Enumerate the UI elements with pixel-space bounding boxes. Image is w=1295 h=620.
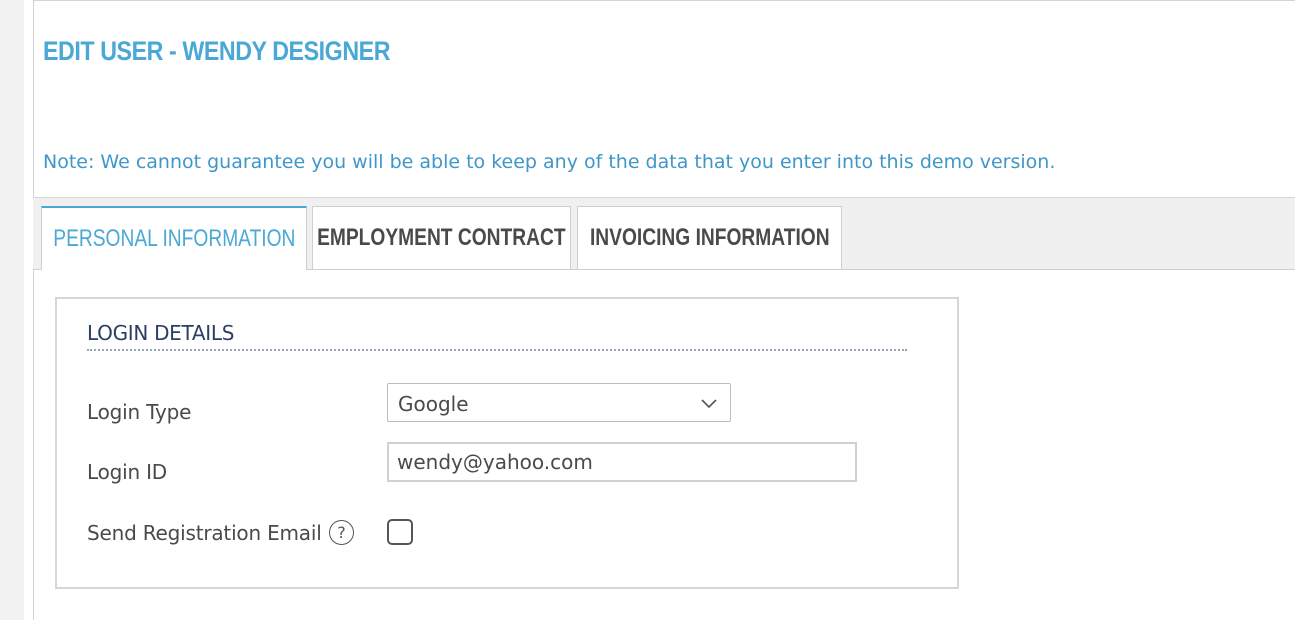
page-title: EDIT USER - WENDY DESIGNER [43, 36, 391, 66]
tab-label: PERSONAL INFORMATION [52, 225, 296, 252]
section-divider [87, 349, 907, 351]
login-type-label: Login Type [87, 400, 192, 424]
content-left-border [33, 0, 34, 620]
tab-invoicing-information[interactable]: INVOICING INFORMATION [577, 206, 842, 269]
demo-note: Note: We cannot guarantee you will be ab… [43, 151, 1056, 173]
section-title-login-details: LOGIN DETAILS [87, 321, 235, 345]
tab-label: EMPLOYMENT CONTRACT [317, 224, 566, 251]
content-top-border [33, 0, 1295, 1]
send-registration-email-checkbox[interactable] [387, 519, 413, 545]
login-id-input[interactable] [387, 442, 857, 482]
login-id-label: Login ID [87, 460, 168, 484]
tab-label: INVOICING INFORMATION [589, 224, 830, 251]
login-type-selected-value: Google [398, 392, 469, 416]
tab-personal-information[interactable]: PERSONAL INFORMATION [41, 206, 307, 270]
tab-employment-contract[interactable]: EMPLOYMENT CONTRACT [312, 206, 571, 269]
login-type-select[interactable]: Google [387, 383, 731, 422]
send-registration-email-label: Send Registration Email [87, 521, 322, 545]
left-sidebar-strip [0, 0, 24, 620]
chevron-down-icon [701, 399, 717, 409]
question-circle-icon[interactable]: ? [329, 520, 354, 545]
